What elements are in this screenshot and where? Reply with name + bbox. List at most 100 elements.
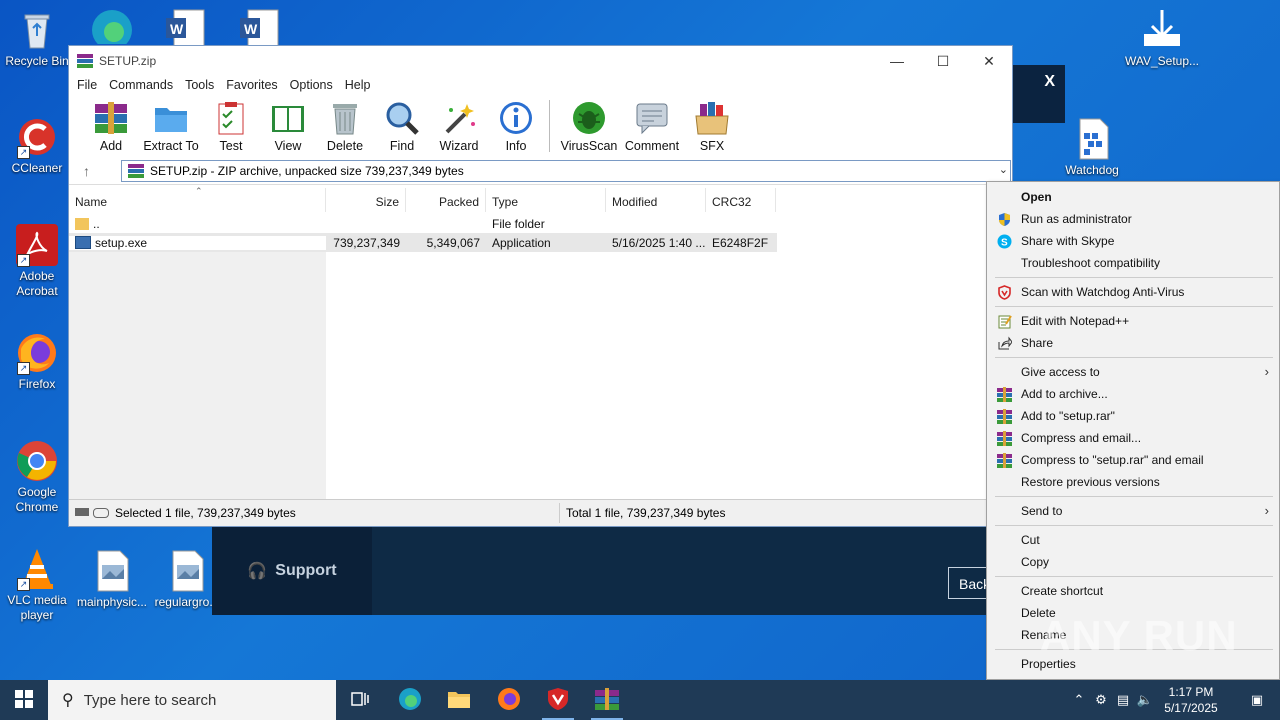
comment-label: Comment [624, 139, 680, 153]
desktop-icon-recycle-bin[interactable]: Recycle Bin [1, 8, 73, 69]
view-button[interactable]: View [260, 96, 316, 156]
taskbar-file-explorer[interactable] [435, 680, 483, 720]
sfx-button[interactable]: SFX [684, 96, 740, 156]
delete-button[interactable]: Delete [317, 96, 373, 156]
windows-logo-icon [15, 689, 33, 711]
menu-item-open[interactable]: Open [987, 186, 1279, 208]
table-row[interactable]: .. File folder [69, 214, 989, 233]
menu-favorites[interactable]: Favorites [222, 76, 285, 96]
drive-icon [75, 508, 89, 516]
menu-help[interactable]: Help [341, 76, 379, 96]
taskbar-winrar[interactable] [583, 680, 631, 720]
add-button[interactable]: Add [83, 96, 139, 156]
menu-item-share-skype[interactable]: S Share with Skype [987, 230, 1279, 252]
task-view-button[interactable] [336, 680, 384, 720]
menu-item-copy[interactable]: Copy [987, 551, 1279, 573]
column-crc32[interactable]: CRC32 [706, 188, 776, 212]
winrar-icon [595, 687, 619, 713]
menu-tools[interactable]: Tools [181, 76, 222, 96]
word-doc-desktop-icon[interactable]: W [164, 8, 208, 47]
column-size[interactable]: Size [326, 188, 406, 212]
taskbar-search[interactable]: ⚲ Type here to search [48, 680, 336, 720]
desktop-icon-google-chrome[interactable]: Google Chrome [1, 439, 73, 515]
desktop-icon-adobe-acrobat[interactable]: ↗ Adobe Acrobat [1, 223, 73, 299]
info-button[interactable]: Info [488, 96, 544, 156]
chevron-down-icon[interactable]: ⌄ [999, 163, 1008, 176]
desktop-icon-ccleaner[interactable]: ↗ CCleaner [1, 115, 73, 176]
menu-item-compress-email[interactable]: Compress and email... [987, 427, 1279, 449]
menu-item-compress-rar-email[interactable]: Compress to "setup.rar" and email [987, 449, 1279, 471]
column-packed[interactable]: Packed [406, 188, 486, 212]
chevron-up-icon[interactable]: ⌃ [1068, 692, 1090, 708]
start-button[interactable] [0, 680, 48, 720]
menu-item-edit-notepadpp[interactable]: Edit with Notepad++ [987, 310, 1279, 332]
menu-item-create-shortcut[interactable]: Create shortcut [987, 580, 1279, 602]
up-arrow-icon[interactable]: ↑ [83, 163, 90, 179]
watchdog-shield-icon [997, 285, 1012, 300]
desktop-icon-wav-setup[interactable]: WAV_Setup... [1122, 8, 1202, 69]
menu-options[interactable]: Options [286, 76, 341, 96]
clock[interactable]: 1:17 PM 5/17/2025 [1156, 684, 1226, 716]
support-button[interactable]: 🎧 Support [212, 527, 372, 615]
column-type[interactable]: Type [486, 188, 606, 212]
menu-item-cut[interactable]: Cut [987, 529, 1279, 551]
image-file-icon [165, 549, 209, 593]
menu-item-send-to[interactable]: Send to › [987, 500, 1279, 522]
extract-to-button[interactable]: Extract To [140, 96, 202, 156]
menu-item-restore-versions[interactable]: Restore previous versions [987, 471, 1279, 493]
winrar-archive-icon [128, 164, 144, 178]
context-menu: Open Run as administrator S Share with S… [986, 181, 1280, 680]
minimize-button[interactable]: — [874, 46, 920, 76]
edge-desktop-icon[interactable] [88, 4, 136, 50]
device-icon[interactable]: ⚙ [1090, 692, 1112, 708]
column-modified[interactable]: Modified [606, 188, 706, 212]
chevron-right-icon: › [1264, 364, 1269, 379]
menu-item-add-to-setup-rar[interactable]: Add to "setup.rar" [987, 405, 1279, 427]
table-row[interactable]: setup.exe 739,237,349 5,349,067 Applicat… [69, 233, 777, 252]
desktop-icon-label: mainphysic... [76, 595, 148, 609]
file-type: File folder [492, 216, 545, 231]
window-title: SETUP.zip [99, 54, 157, 68]
desktop-icon-watchdog[interactable]: Watchdog [1052, 117, 1132, 178]
background-app-close-button[interactable]: X [1044, 73, 1055, 91]
menu-item-share[interactable]: Share [987, 332, 1279, 354]
maximize-button[interactable]: ☐ [920, 46, 966, 76]
chrome-icon [15, 439, 59, 483]
task-view-icon [351, 691, 369, 710]
desktop-icon-label: Firefox [18, 377, 56, 391]
volume-icon[interactable]: 🔈 [1134, 692, 1156, 708]
uac-shield-icon [997, 212, 1012, 227]
word-doc-desktop-icon[interactable]: W [238, 8, 282, 47]
toolbar: Add Extract To Test View Delete Find Wiz… [69, 96, 1012, 156]
test-label: Test [219, 139, 243, 153]
taskbar-firefox[interactable] [485, 680, 533, 720]
path-field[interactable]: SETUP.zip - ZIP archive, unpacked size 7… [121, 160, 1011, 182]
menu-item-run-as-admin[interactable]: Run as administrator [987, 208, 1279, 230]
desktop-icon-mainphysic[interactable]: mainphysic... [76, 549, 148, 610]
virusscan-button[interactable]: VirusScan [558, 96, 620, 156]
taskbar-edge[interactable] [386, 680, 434, 720]
menu-item-add-to-archive[interactable]: Add to archive... [987, 383, 1279, 405]
winrar-icon [997, 453, 1012, 468]
menu-file[interactable]: File [73, 76, 105, 96]
menu-item-label: Share [1021, 336, 1054, 350]
taskbar-watchdog[interactable] [534, 680, 582, 720]
find-button[interactable]: Find [374, 96, 430, 156]
network-icon[interactable]: ▤ [1112, 692, 1134, 708]
menu-item-label: Scan with Watchdog Anti-Virus [1021, 285, 1185, 299]
desktop-icon-firefox[interactable]: ↗ Firefox [1, 331, 73, 392]
adobe-acrobat-icon: ↗ [15, 223, 59, 267]
menu-commands[interactable]: Commands [105, 76, 181, 96]
installer-download-icon [1140, 8, 1184, 52]
menu-item-scan-watchdog[interactable]: Scan with Watchdog Anti-Virus [987, 281, 1279, 303]
menu-item-give-access[interactable]: Give access to › [987, 361, 1279, 383]
notification-icon[interactable]: ▣ [1246, 692, 1268, 708]
wizard-button[interactable]: Wizard [431, 96, 487, 156]
menu-item-label: Run as administrator [1021, 212, 1132, 226]
desktop-icon-vlc[interactable]: ↗ VLC media player [1, 547, 73, 623]
menu-item-troubleshoot[interactable]: Troubleshoot compatibility [987, 252, 1279, 274]
test-button[interactable]: Test [203, 96, 259, 156]
comment-button[interactable]: Comment [621, 96, 683, 156]
close-button[interactable]: ✕ [966, 46, 1012, 76]
background-app-header: X [1012, 65, 1065, 123]
